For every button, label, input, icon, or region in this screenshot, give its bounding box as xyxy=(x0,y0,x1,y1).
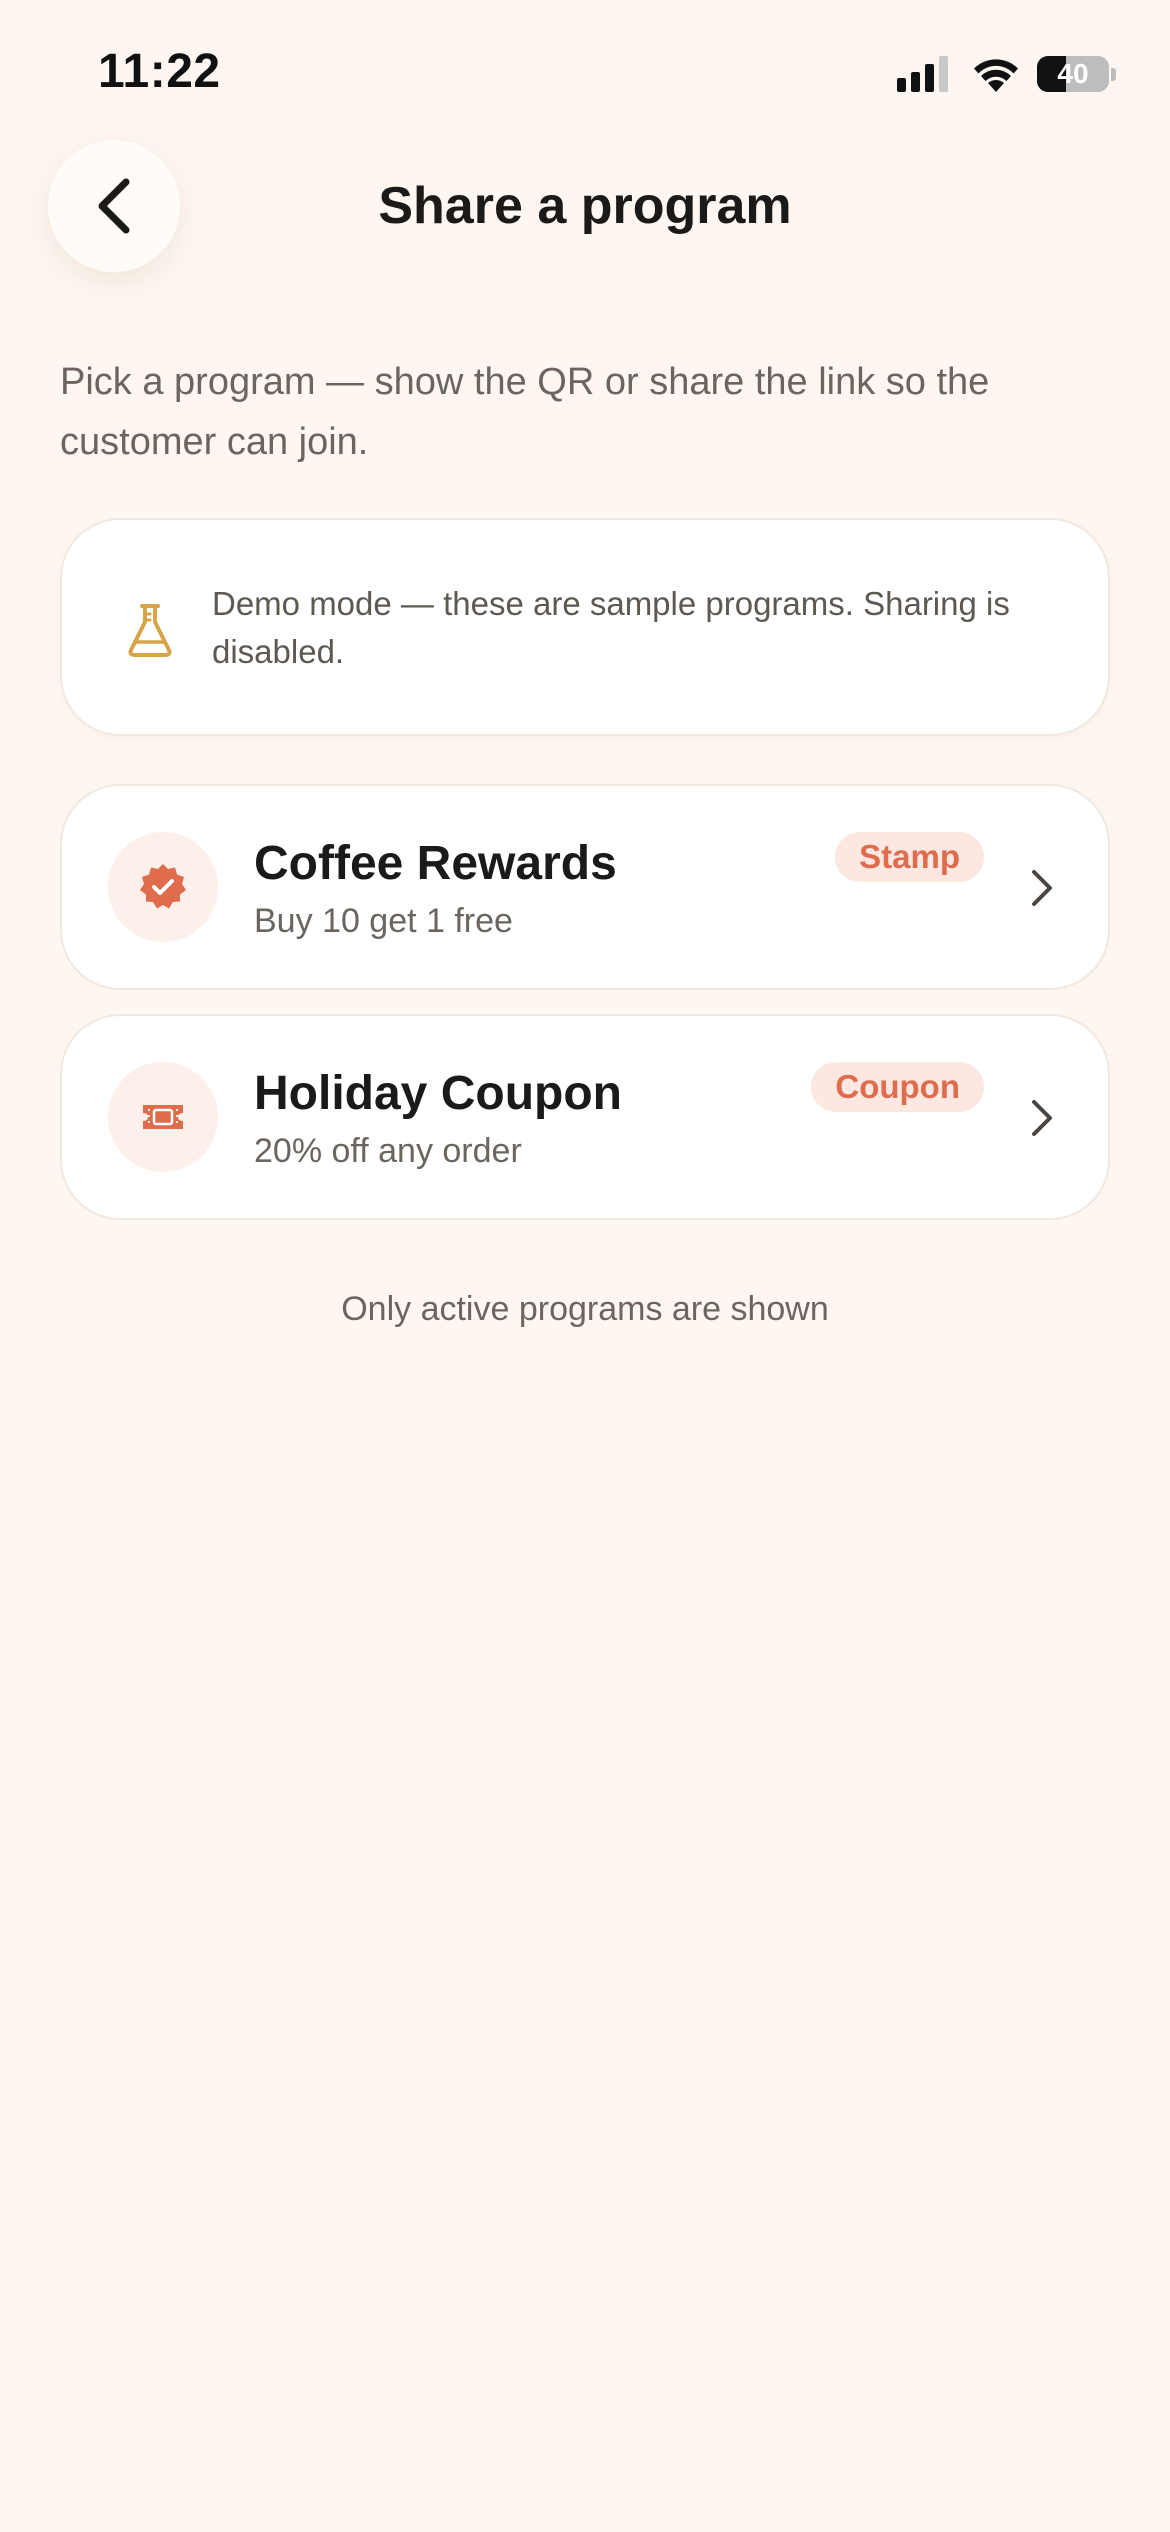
status-icons: 40 xyxy=(897,54,1116,94)
program-description: Buy 10 get 1 free xyxy=(254,902,513,940)
status-time: 11:22 xyxy=(98,45,221,98)
verified-badge-icon xyxy=(140,864,186,909)
program-name: Holiday Coupon xyxy=(254,1067,622,1120)
battery-icon: 40 xyxy=(1037,56,1109,92)
flask-icon xyxy=(128,604,172,657)
program-icon-container xyxy=(108,1062,218,1172)
demo-mode-text: Demo mode — these are sample programs. S… xyxy=(212,585,1010,670)
intro-text: Pick a program — show the QR or share th… xyxy=(60,361,990,463)
program-type-badge: Coupon xyxy=(811,1062,984,1112)
program-card-holiday-coupon[interactable]: Holiday Coupon 20% off any order Coupon xyxy=(60,1014,1110,1220)
chevron-right-icon xyxy=(1032,1100,1052,1136)
program-type-badge: Stamp xyxy=(835,832,984,882)
program-icon-container xyxy=(108,832,218,942)
page-title: Share a program xyxy=(378,177,792,235)
demo-mode-notice: Demo mode — these are sample programs. S… xyxy=(60,518,1110,736)
wifi-icon xyxy=(974,59,1018,92)
battery-tip xyxy=(1111,67,1116,81)
program-card-coffee-rewards[interactable]: Coffee Rewards Buy 10 get 1 free Stamp xyxy=(60,784,1110,990)
program-name: Coffee Rewards xyxy=(254,837,617,890)
signal-icon xyxy=(897,56,953,92)
footer-note: Only active programs are shown xyxy=(341,1290,829,1328)
status-bar: 11:22 40 xyxy=(0,0,1170,140)
chevron-right-icon xyxy=(1032,870,1052,906)
ticket-icon xyxy=(143,1105,183,1129)
battery-level: 40 xyxy=(1057,58,1089,89)
program-description: 20% off any order xyxy=(254,1132,522,1170)
